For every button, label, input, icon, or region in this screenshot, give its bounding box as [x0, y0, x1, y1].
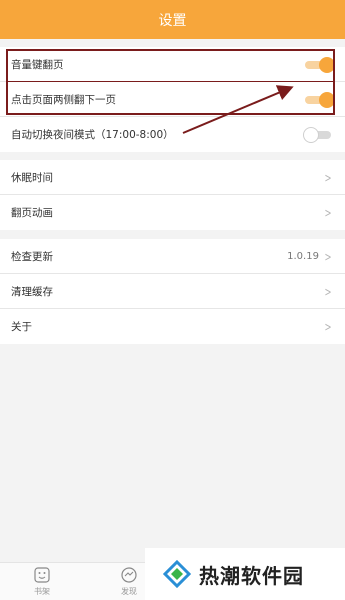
setting-label: 音量键翻页 [11, 58, 64, 71]
chevron-right-icon: > [324, 205, 332, 220]
setting-label: 清理缓存 [11, 285, 53, 298]
tab-label: 发现 [121, 587, 137, 596]
setting-about[interactable]: 关于 > [0, 309, 345, 344]
tap-sides-toggle[interactable] [305, 91, 335, 108]
settings-group-toggles: 音量键翻页 点击页面两侧翻下一页 自动切换夜间模式（17:00-8:00） [0, 47, 345, 152]
settings-group-reading: 休眠时间 > 翻页动画 > [0, 160, 345, 230]
setting-page-animation[interactable]: 翻页动画 > [0, 195, 345, 230]
setting-auto-night-mode[interactable]: 自动切换夜间模式（17:00-8:00） [0, 117, 345, 152]
setting-label: 休眠时间 [11, 171, 53, 184]
setting-volume-key-page[interactable]: 音量键翻页 [0, 47, 345, 82]
chevron-right-icon: > [324, 170, 332, 185]
page-title: 设置 [158, 12, 187, 29]
bookshelf-icon [34, 567, 50, 583]
watermark-text: 热潮软件园 [199, 563, 304, 588]
settings-group-about: 检查更新 1.0.19 > 清理缓存 > 关于 > [0, 239, 345, 344]
setting-clear-cache[interactable]: 清理缓存 > [0, 274, 345, 309]
version-number: 1.0.19 [287, 251, 319, 262]
setting-tap-sides-page[interactable]: 点击页面两侧翻下一页 [0, 82, 345, 117]
setting-check-update[interactable]: 检查更新 1.0.19 > [0, 239, 345, 274]
chevron-right-icon: > [324, 249, 332, 264]
chevron-right-icon: > [324, 319, 332, 334]
tab-bookshelf[interactable]: 书架 [22, 566, 62, 597]
diamond-logo-icon [163, 560, 191, 588]
watermark: 热潮软件园 [145, 548, 345, 600]
discover-icon [121, 567, 137, 583]
setting-label: 关于 [11, 321, 32, 333]
setting-sleep-time[interactable]: 休眠时间 > [0, 160, 345, 195]
volume-key-toggle[interactable] [305, 56, 335, 73]
tab-label: 书架 [34, 587, 50, 596]
chevron-right-icon: > [324, 284, 332, 299]
setting-label: 翻页动画 [11, 207, 53, 219]
tab-discover[interactable]: 发现 [109, 566, 149, 597]
header-bar: 设置 [0, 0, 345, 39]
auto-night-toggle[interactable] [303, 126, 333, 143]
setting-label: 点击页面两侧翻下一页 [11, 93, 116, 106]
setting-label: 自动切换夜间模式（17:00-8:00） [11, 129, 174, 141]
